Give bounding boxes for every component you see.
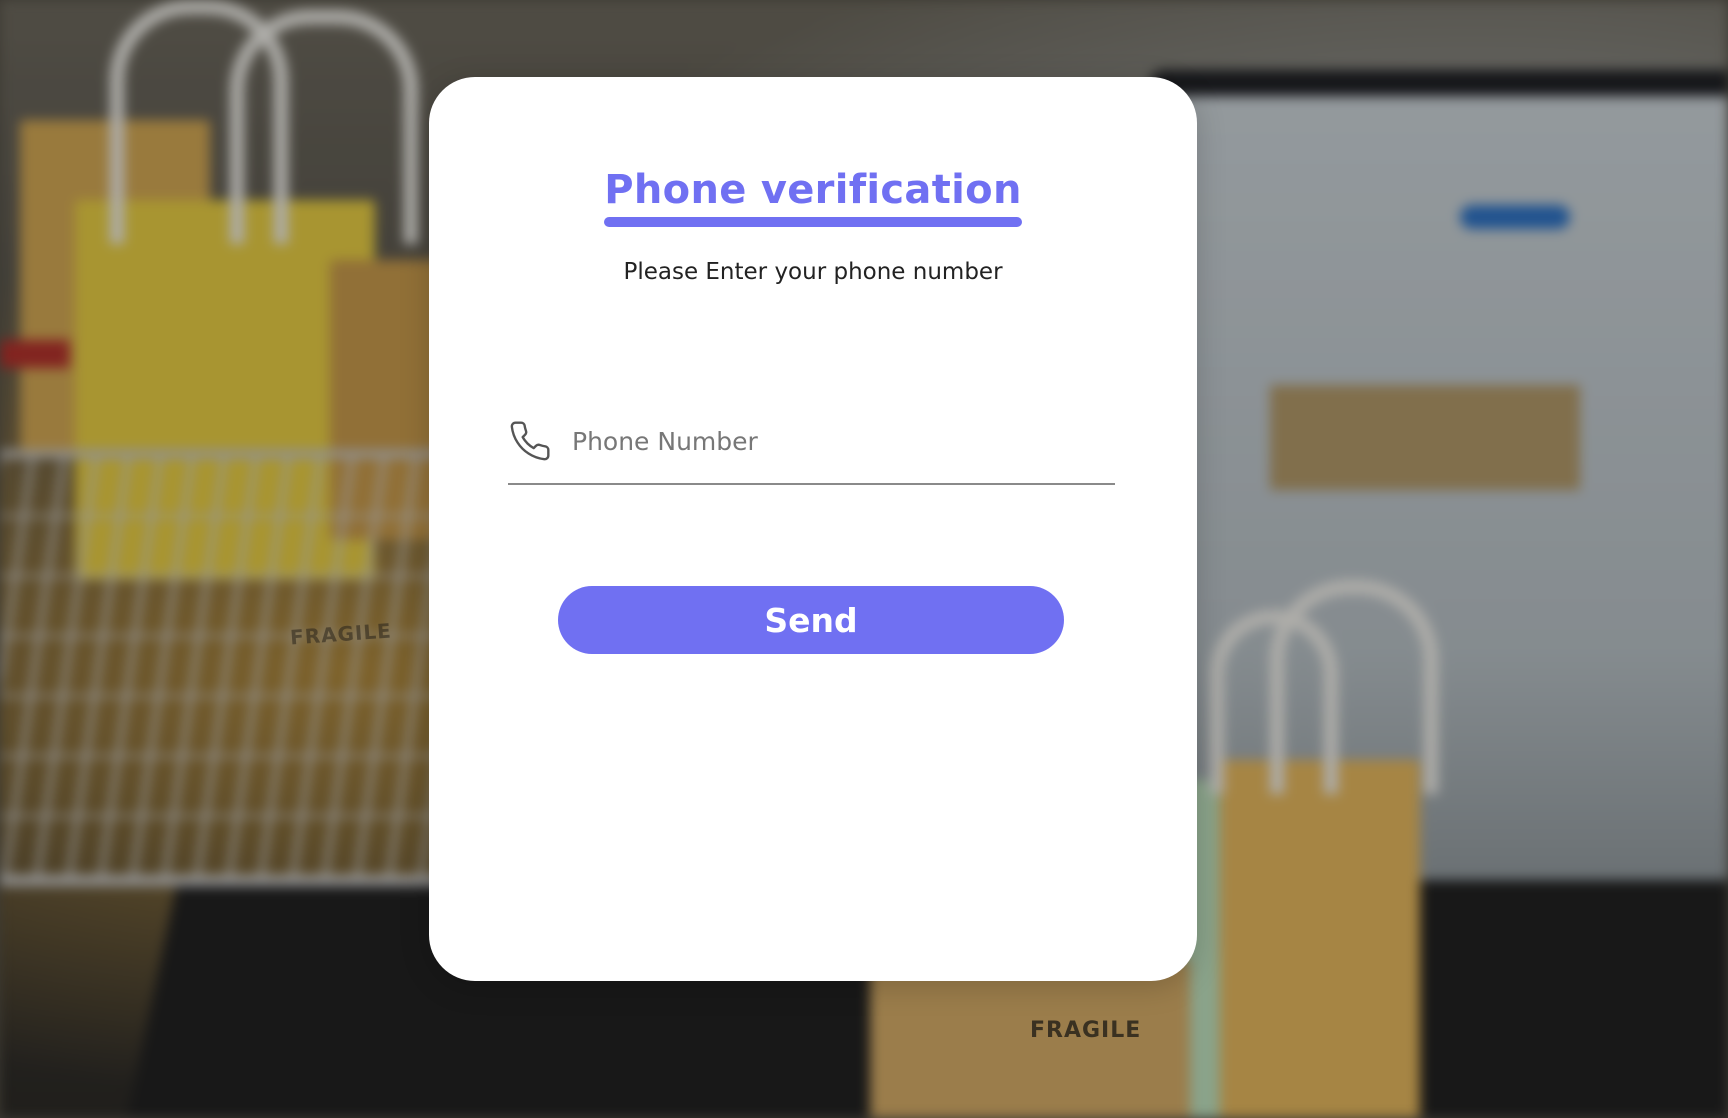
page-title: Phone verification: [604, 167, 1022, 227]
title-wrapper: Phone verification: [429, 167, 1197, 227]
fragile-label: FRAGILE: [1030, 1018, 1142, 1043]
verification-card: Phone verification Please Enter your pho…: [429, 77, 1197, 981]
phone-number-field[interactable]: [508, 413, 1115, 485]
page: FRAGILE FRAGILE Phone verification Pleas…: [0, 0, 1728, 1118]
title-underline: [604, 217, 1022, 227]
phone-number-input[interactable]: [572, 413, 1102, 469]
instruction-text: Please Enter your phone number: [623, 259, 1003, 285]
phone-icon: [510, 421, 550, 461]
page-title-text: Phone verification: [604, 167, 1022, 213]
send-button[interactable]: Send: [558, 586, 1064, 654]
